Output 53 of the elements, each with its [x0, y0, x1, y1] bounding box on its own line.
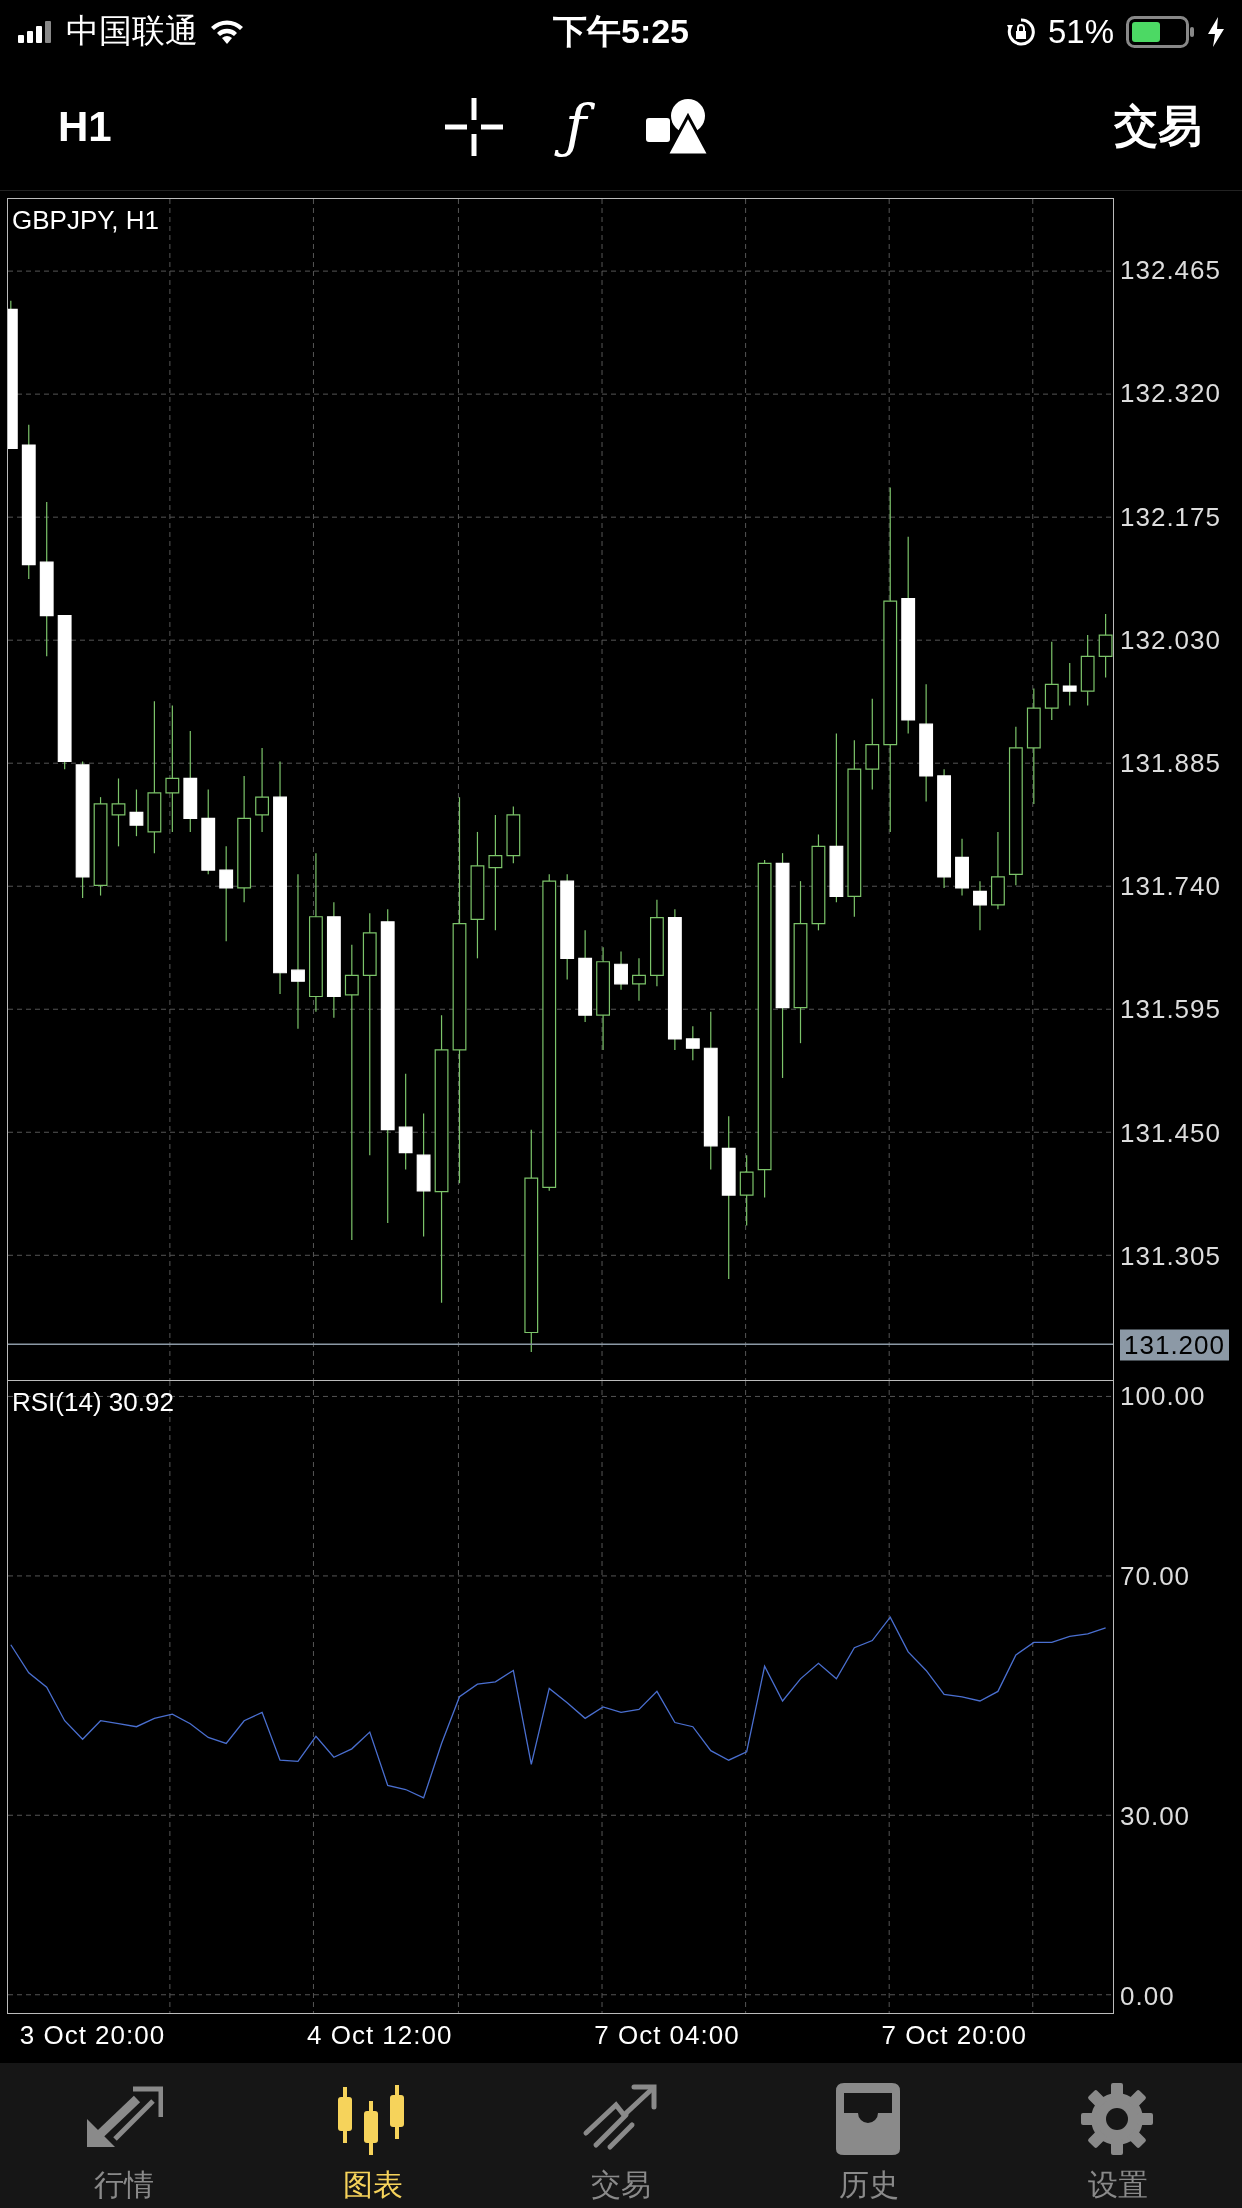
candlestick	[488, 814, 503, 931]
candlestick	[1098, 613, 1113, 679]
candlestick	[129, 788, 144, 837]
tab-button[interactable]: 图表	[248, 2063, 497, 2208]
indicator-title: RSI(14) 30.92	[12, 1387, 174, 1418]
axis-label: 131.450	[1120, 1117, 1221, 1149]
axis-label: 131.305	[1120, 1240, 1221, 1272]
candlestick	[219, 845, 234, 942]
rotation-lock-icon	[1005, 16, 1036, 47]
axis-label: 132.465	[1120, 254, 1221, 286]
time-label: 4 Oct 12:00	[307, 2020, 453, 2051]
candlestick	[165, 704, 180, 833]
axis-label: 70.00	[1120, 1560, 1191, 1592]
battery-icon	[1126, 15, 1196, 48]
timeframe-button[interactable]: H1	[58, 102, 443, 151]
candlestick	[632, 957, 646, 1002]
tab-button[interactable]: 交易	[496, 2063, 746, 2208]
indicators-button[interactable]: ƒ	[553, 85, 599, 168]
candlestick	[291, 873, 305, 1030]
trade-button[interactable]: 交易	[1114, 97, 1202, 156]
tab-button[interactable]: 设置	[993, 2063, 1242, 2208]
candlestick	[344, 944, 359, 1241]
axis-label: 131.595	[1120, 993, 1221, 1025]
axis-label: 30.00	[1120, 1800, 1191, 1832]
axis-label: 0.00	[1120, 1980, 1175, 2012]
tab-button[interactable]: 历史	[745, 2063, 994, 2208]
tab-button[interactable]: 行情	[0, 2063, 249, 2208]
time-label: 3 Oct 20:00	[19, 2020, 166, 2051]
charging-icon	[1208, 16, 1224, 47]
crosshair-button[interactable]	[443, 95, 505, 158]
battery-percent: 51%	[1047, 12, 1114, 51]
candlestick	[1062, 662, 1077, 707]
axis-label: 100.00	[1120, 1380, 1206, 1412]
axis-label: 131.885	[1120, 747, 1221, 779]
candlestick	[1044, 641, 1059, 721]
clock: 下午5:25	[552, 10, 690, 52]
carrier-name: 中国联通	[66, 11, 198, 51]
candlestick	[685, 1025, 700, 1061]
signal-icon	[18, 20, 54, 43]
axis-label: 131.740	[1120, 870, 1221, 902]
candlestick	[111, 777, 126, 847]
axis-label: 132.320	[1120, 377, 1221, 409]
axis-label: 132.175	[1120, 501, 1221, 533]
candlestick	[739, 1154, 754, 1227]
chart-title: GBPJPY, H1	[12, 205, 159, 236]
axis-label: 132.030	[1120, 624, 1221, 656]
time-label: 7 Oct 04:00	[594, 2020, 740, 2051]
candlestick	[614, 950, 628, 991]
candlestick	[255, 747, 270, 833]
wifi-icon	[210, 19, 244, 44]
current-price-label: 131.200	[1120, 1329, 1229, 1361]
candlestick	[973, 880, 987, 931]
time-label: 7 Oct 20:00	[881, 2020, 1027, 2051]
